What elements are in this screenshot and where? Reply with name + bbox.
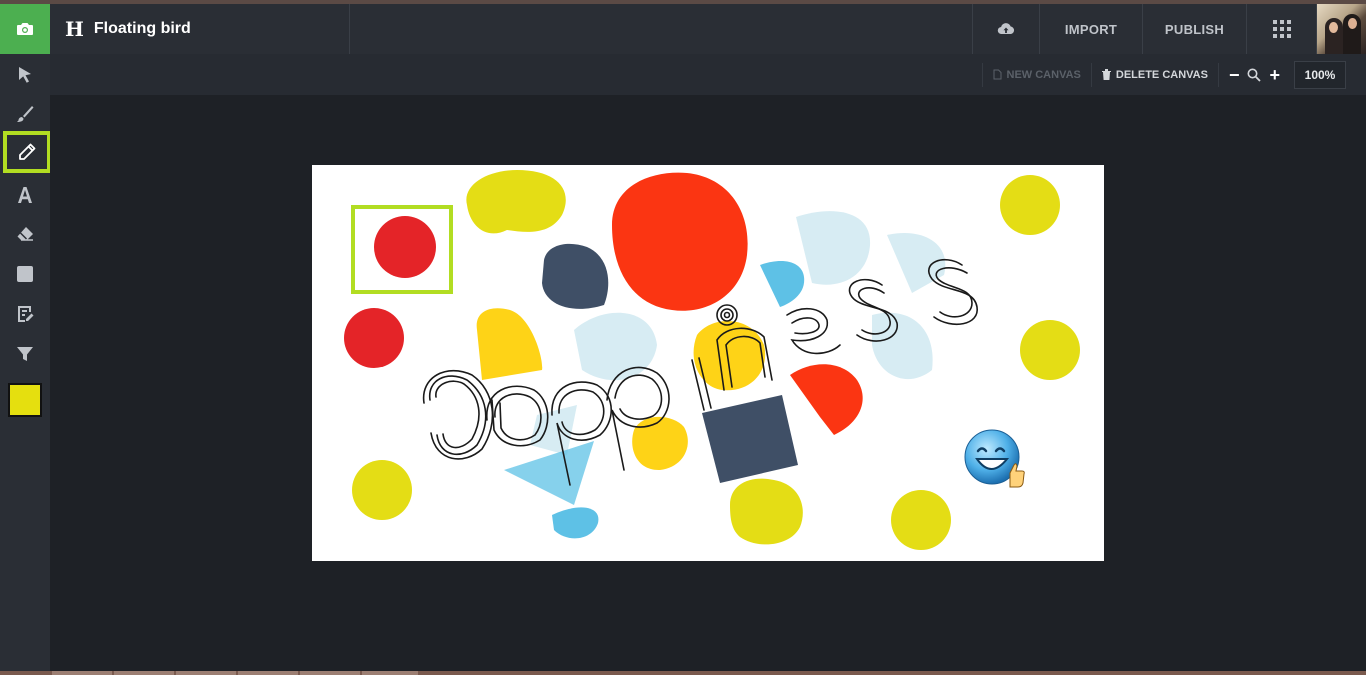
top-bar: H Floating bird IMPORT PUBLISH xyxy=(0,0,1366,54)
select-tool[interactable] xyxy=(0,55,50,95)
tool-sidebar xyxy=(0,54,51,671)
new-document-icon xyxy=(993,69,1002,80)
new-canvas-button[interactable]: NEW CANVAS xyxy=(981,62,1091,87)
current-color-swatch[interactable] xyxy=(8,383,42,417)
brush-icon xyxy=(17,106,34,122)
zoom-controls: − + xyxy=(1217,62,1294,87)
square-icon xyxy=(17,266,33,282)
camera-button[interactable] xyxy=(0,4,50,54)
eraser-icon xyxy=(17,227,33,241)
eraser-tool[interactable] xyxy=(0,214,50,254)
taskbar-strip xyxy=(0,671,1366,675)
import-button[interactable]: IMPORT xyxy=(1039,4,1142,54)
camera-icon xyxy=(17,23,33,35)
zoom-in-button[interactable]: + xyxy=(1269,66,1280,84)
cursor-arrow-icon xyxy=(19,67,31,83)
magnifier-icon xyxy=(1247,68,1262,82)
brush-tool[interactable] xyxy=(0,94,50,134)
delete-canvas-button[interactable]: DELETE CANVAS xyxy=(1090,62,1218,87)
zoom-out-button[interactable]: − xyxy=(1229,66,1240,84)
thumbs-up-smiley-icon[interactable] xyxy=(964,429,1026,491)
delete-canvas-label: DELETE CANVAS xyxy=(1115,68,1208,81)
selection-box[interactable] xyxy=(351,205,453,294)
document-title-area: H Floating bird xyxy=(50,4,350,54)
canvas-toolbar: NEW CANVAS DELETE CANVAS − + 100% xyxy=(50,54,1366,95)
zoom-level-display[interactable]: 100% xyxy=(1294,60,1346,89)
image-edit-icon xyxy=(17,306,33,322)
pencil-icon xyxy=(19,143,36,160)
app-logo: H xyxy=(65,17,84,41)
user-avatar[interactable] xyxy=(1316,4,1366,54)
cloud-save-button[interactable] xyxy=(972,4,1039,54)
document-title[interactable]: Floating bird xyxy=(94,20,191,38)
drawing-canvas[interactable] xyxy=(312,165,1104,561)
text-icon xyxy=(18,187,32,203)
shape-tool[interactable] xyxy=(0,254,50,294)
publish-button[interactable]: PUBLISH xyxy=(1142,4,1246,54)
filter-tool[interactable] xyxy=(0,334,50,374)
pencil-tool[interactable] xyxy=(3,131,51,173)
filter-funnel-icon xyxy=(17,347,33,361)
new-canvas-label: NEW CANVAS xyxy=(1006,68,1081,81)
image-tool[interactable] xyxy=(0,294,50,334)
apps-grid-button[interactable] xyxy=(1246,4,1316,54)
trash-icon xyxy=(1101,69,1111,80)
cloud-upload-icon xyxy=(997,23,1015,35)
grid-icon xyxy=(1272,20,1291,38)
text-tool[interactable] xyxy=(0,175,50,215)
